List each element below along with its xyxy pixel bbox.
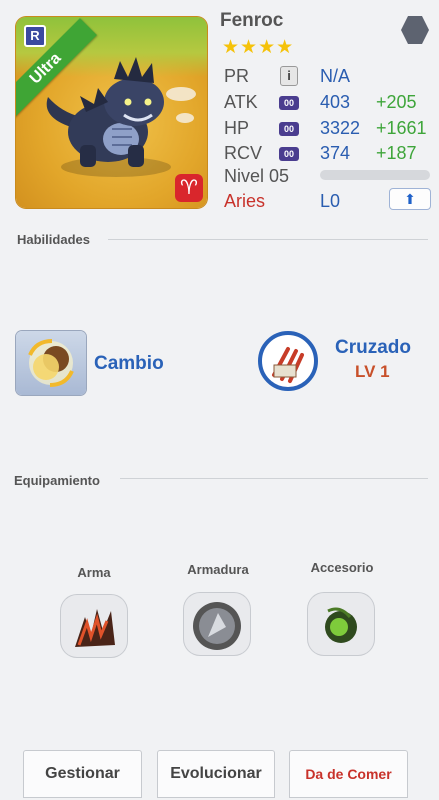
stat-bonus-hp: +1661 <box>376 118 427 138</box>
accessory-label: Accesorio <box>310 560 374 575</box>
stat-value-pr: N/A <box>320 66 351 86</box>
stat-value-rcv: 374 <box>320 143 351 163</box>
weapon-slot[interactable] <box>61 595 127 657</box>
rcv-boost-badge: 00 <box>279 147 299 161</box>
stat-label-pr: PR <box>224 66 250 86</box>
aries-zodiac-icon: ♈ <box>175 174 203 202</box>
section-divider <box>120 478 428 479</box>
claw-icon <box>272 347 304 383</box>
claw-weapon-icon <box>75 609 115 647</box>
stat-bonus-atk: +205 <box>376 92 417 112</box>
active-skill-name[interactable]: Cambio <box>94 353 164 375</box>
equipment-section-title: Equipamiento <box>14 473 100 488</box>
monster-portrait[interactable]: R Ultra ♈ <box>16 17 207 208</box>
stat-label-atk: ATK <box>224 92 258 112</box>
stat-value-hp: 3322 <box>320 118 361 138</box>
leader-skill-name[interactable]: Cruzado <box>335 337 411 359</box>
skills-section-title: Habilidades <box>17 232 90 247</box>
hp-boost-badge: 00 <box>279 122 299 136</box>
orb-icon <box>325 607 357 643</box>
section-divider <box>108 239 428 240</box>
stat-value-atk: 403 <box>320 92 351 112</box>
shield-icon <box>193 602 241 650</box>
stat-label-hp: HP <box>224 118 250 138</box>
leader-skill-level: LV 1 <box>355 362 390 381</box>
weapon-label: Arma <box>77 565 111 580</box>
manage-button[interactable]: Gestionar <box>23 750 142 798</box>
armor-label: Armadura <box>187 562 249 577</box>
element-rank: L0 <box>320 191 341 211</box>
star-rating: ★★★★ <box>222 37 295 58</box>
gem-icon[interactable] <box>401 16 429 44</box>
armor-slot[interactable] <box>184 593 250 655</box>
swap-icon <box>28 339 74 387</box>
accessory-slot[interactable] <box>308 593 374 655</box>
atk-boost-badge: 00 <box>279 96 299 110</box>
experience-bar <box>320 170 430 180</box>
stat-bonus-rcv: +187 <box>376 143 417 163</box>
rank-badge: R <box>24 25 46 47</box>
level-label: Nivel 05 <box>224 166 290 186</box>
arrow-up-icon: ⬆ <box>404 191 416 207</box>
cambio-skill-icon[interactable] <box>16 331 86 395</box>
info-icon[interactable]: i <box>280 66 298 86</box>
monster-name: Fenroc <box>220 10 284 31</box>
stat-label-rcv: RCV <box>224 143 263 163</box>
cruzado-skill-icon[interactable] <box>258 331 318 391</box>
evolve-button[interactable]: Evolucionar <box>157 750 275 798</box>
feed-button[interactable]: Da de Comer <box>289 750 408 798</box>
element-name: Aries <box>224 191 266 211</box>
upgrade-button[interactable]: ⬆ <box>389 188 431 210</box>
